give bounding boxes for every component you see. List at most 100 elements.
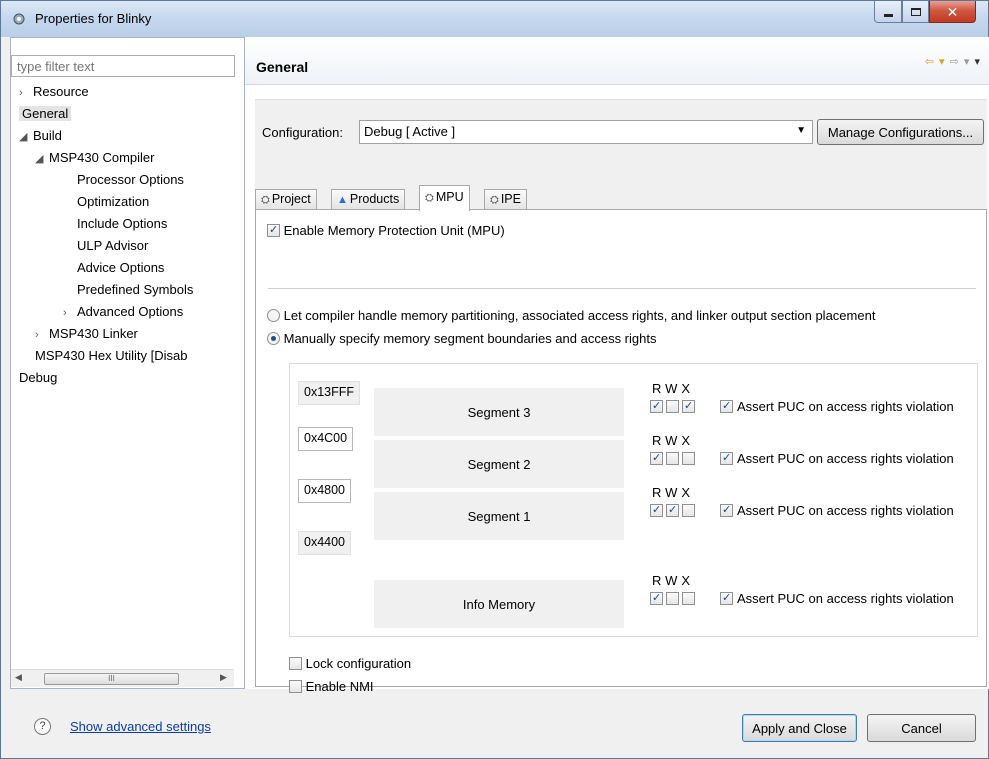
assert-puc-option[interactable]: Assert PUC on access rights violation [720, 451, 954, 466]
gear-app-icon [13, 13, 25, 25]
page-header: General ⇦ ▾ ⇨ ▾ ▾ [245, 37, 989, 85]
assert-puc-checkbox[interactable] [720, 399, 733, 413]
minimize-icon [883, 14, 893, 17]
x-checkbox[interactable] [682, 592, 695, 605]
tab-ipe-label: IPE [500, 192, 521, 206]
radio-manual-option[interactable]: Manually specify memory segment boundari… [267, 331, 656, 346]
tree-item-include-options[interactable]: Include Options [63, 213, 167, 235]
tab-mpu-label: MPU [435, 190, 464, 204]
lock-configuration-option[interactable]: Lock configuration [289, 656, 411, 671]
configuration-select[interactable]: Debug [ Active ] ▼ [359, 120, 813, 144]
tree-item-msp430-hex-utility-disab[interactable]: MSP430 Hex Utility [Disab [35, 345, 187, 367]
close-button[interactable]: ✕ [929, 1, 976, 23]
tree-item-debug[interactable]: Debug [19, 367, 57, 389]
radio-auto-option[interactable]: Let compiler handle memory partitioning,… [267, 308, 875, 323]
assert-puc-checkbox[interactable] [720, 591, 733, 605]
address-top: 0x13FFF [298, 381, 361, 405]
tree-item-label: Optimization [77, 194, 150, 209]
r-checkbox[interactable] [650, 503, 663, 517]
tree-item-resource[interactable]: › Resource [19, 81, 89, 103]
rwx-header: RWX [652, 485, 695, 500]
assert-puc-checkbox[interactable] [720, 503, 733, 517]
assert-puc-label: Assert PUC on access rights violation [737, 399, 954, 414]
tab-project-label: Project [271, 192, 311, 206]
forward-arrow-icon[interactable]: ⇨ ▾ [950, 56, 971, 68]
scroll-left-icon[interactable]: ◀ [15, 672, 22, 683]
radio-manual-label: Manually specify memory segment boundari… [283, 331, 657, 346]
rwx-checkboxes [650, 503, 698, 518]
boundary-2-input[interactable]: 0x4C00 [298, 427, 354, 451]
tree-horizontal-scrollbar[interactable]: ◀ III ▶ [11, 669, 234, 687]
enable-mpu-option[interactable]: Enable Memory Protection Unit (MPU) [267, 223, 505, 238]
expand-arrow-icon[interactable]: › [19, 82, 33, 104]
mpu-tab-content: Enable Memory Protection Unit (MPU) Let … [255, 209, 987, 694]
lock-configuration-checkbox[interactable] [289, 657, 302, 670]
r-checkbox[interactable] [650, 451, 663, 465]
rwx-header: RWX [652, 573, 695, 588]
minimize-button[interactable] [874, 1, 902, 23]
enable-nmi-label: Enable NMI [305, 679, 374, 694]
tree-item-predefined-symbols[interactable]: Predefined Symbols [63, 279, 193, 301]
scroll-right-icon[interactable]: ▶ [220, 672, 227, 683]
enable-nmi-option[interactable]: Enable NMI [289, 679, 374, 694]
tree-item-optimization[interactable]: Optimization [63, 191, 149, 213]
tree-item-advice-options[interactable]: Advice Options [63, 257, 164, 279]
window-title: Properties for Blinky [35, 11, 152, 26]
radio-auto[interactable] [267, 309, 280, 322]
tab-project[interactable]: ⛭ Project [255, 189, 317, 210]
tree-item-msp430-compiler[interactable]: ◢ MSP430 Compiler [35, 147, 155, 169]
w-checkbox[interactable] [666, 592, 679, 605]
assert-puc-label: Assert PUC on access rights violation [737, 591, 954, 606]
tree-item-label: Resource [33, 84, 89, 99]
radio-manual[interactable] [267, 332, 280, 345]
filter-input[interactable] [11, 55, 235, 77]
tree-item-msp430-linker[interactable]: › MSP430 Linker [35, 323, 138, 345]
tree-item-label: Build [33, 128, 62, 143]
assert-puc-option[interactable]: Assert PUC on access rights violation [720, 503, 954, 518]
tree-item-label: MSP430 Linker [49, 326, 138, 341]
tree-item-label: Advanced Options [77, 304, 184, 319]
w-checkbox[interactable] [666, 503, 679, 517]
tree-item-general[interactable]: General [19, 103, 72, 125]
enable-nmi-checkbox[interactable] [289, 680, 302, 693]
x-checkbox[interactable] [682, 504, 695, 517]
scroll-thumb[interactable]: III [44, 673, 179, 685]
r-checkbox[interactable] [650, 399, 663, 413]
tab-products[interactable]: ▲ Products [331, 189, 406, 210]
tree-item-build[interactable]: ◢ Build [19, 125, 62, 147]
apply-and-close-button[interactable]: Apply and Close [742, 714, 857, 742]
assert-puc-option[interactable]: Assert PUC on access rights violation [720, 399, 954, 414]
right-pane: General ⇦ ▾ ⇨ ▾ ▾ Configuration: Debug [… [245, 37, 989, 694]
cancel-button[interactable]: Cancel [867, 714, 976, 742]
r-checkbox[interactable] [650, 591, 663, 605]
history-nav[interactable]: ⇦ ▾ ⇨ ▾ ▾ [925, 55, 981, 68]
x-checkbox[interactable] [682, 452, 695, 465]
x-checkbox[interactable] [682, 399, 695, 413]
tree-item-processor-options[interactable]: Processor Options [63, 169, 184, 191]
w-checkbox[interactable] [666, 452, 679, 465]
expand-arrow-icon[interactable]: › [63, 302, 77, 324]
tree-item-ulp-advisor[interactable]: ULP Advisor [63, 235, 148, 257]
tab-mpu[interactable]: ⛭ MPU [419, 185, 470, 211]
boundary-1-input[interactable]: 0x4800 [298, 479, 352, 503]
title-bar[interactable]: Properties for Blinky ✕ [1, 1, 988, 37]
view-menu-icon[interactable]: ▾ [974, 56, 981, 68]
assert-puc-option[interactable]: Assert PUC on access rights violation [720, 591, 954, 606]
back-arrow-icon[interactable]: ⇦ ▾ [925, 56, 946, 68]
tree-item-advanced-options[interactable]: › Advanced Options [63, 301, 183, 323]
manage-configurations-button[interactable]: Manage Configurations... [817, 119, 984, 145]
collapse-arrow-icon[interactable]: ◢ [19, 126, 33, 148]
enable-mpu-checkbox[interactable] [267, 223, 280, 237]
help-icon[interactable]: ? [34, 718, 51, 735]
collapse-arrow-icon[interactable]: ◢ [35, 148, 49, 170]
expand-arrow-icon[interactable]: › [35, 324, 49, 346]
maximize-button[interactable] [902, 1, 929, 23]
assert-puc-checkbox[interactable] [720, 451, 733, 465]
tab-products-label: Products [349, 192, 400, 206]
rwx-checkboxes [650, 399, 698, 414]
w-checkbox[interactable] [666, 400, 679, 413]
tab-ipe[interactable]: ⛭ IPE [484, 189, 527, 210]
rwx-checkboxes [650, 451, 698, 466]
configuration-label: Configuration: [262, 125, 343, 140]
show-advanced-settings-link[interactable]: Show advanced settings [70, 719, 211, 734]
